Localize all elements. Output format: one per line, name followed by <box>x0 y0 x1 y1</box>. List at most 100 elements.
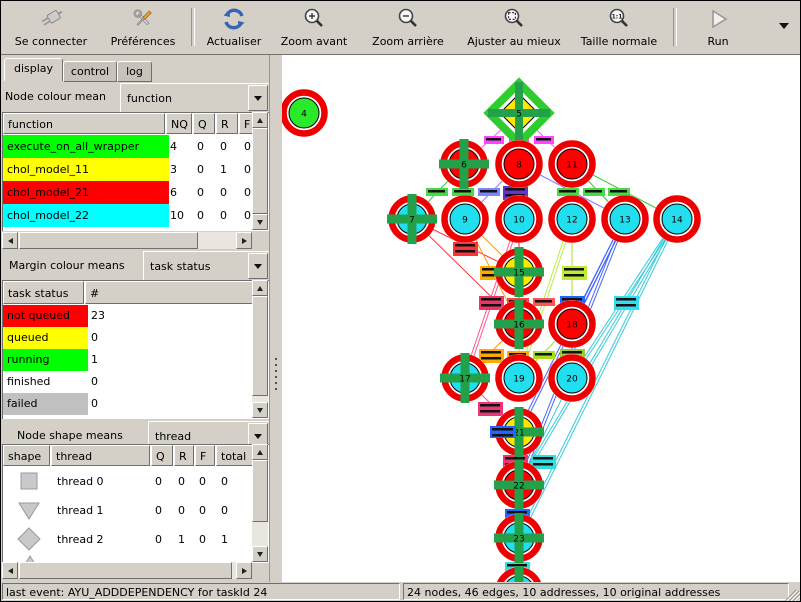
column-header[interactable]: function <box>3 113 165 134</box>
edge-address-label <box>453 242 478 256</box>
table-row[interactable]: thread 00000 <box>3 467 269 496</box>
statusbar: last event: AYU_ADDDEPENDENCY for taskId… <box>1 582 800 602</box>
preferences-button[interactable]: Préférences <box>99 4 187 52</box>
triangle-down-icon <box>17 498 41 522</box>
graph-node-23[interactable]: 23 <box>494 513 544 563</box>
node-id-label: 5 <box>516 110 522 120</box>
column-header[interactable]: R <box>216 113 238 134</box>
graph-node-14[interactable]: 14 <box>653 195 701 243</box>
node-colour-combobox-value: function <box>127 84 172 112</box>
value-cell: 0 <box>197 158 219 181</box>
column-header[interactable]: Q <box>193 113 215 134</box>
node-id-label: 13 <box>619 216 630 226</box>
table-row[interactable]: running1 <box>3 349 269 371</box>
graph-node-9[interactable]: 9 <box>441 195 489 243</box>
column-header[interactable]: # <box>85 281 253 304</box>
value-cell: 0 <box>197 135 219 158</box>
preferences-label: Préférences <box>99 34 187 49</box>
node-id-label: 10 <box>513 216 525 226</box>
graph-node-24[interactable]: 24 <box>494 566 544 582</box>
column-header[interactable]: F <box>195 445 215 466</box>
column-header[interactable]: thread <box>51 445 150 466</box>
function-table-vscrollbar[interactable] <box>252 112 268 230</box>
run-icon <box>691 4 745 34</box>
task-graph[interactable]: 456811791012131415161817192021222324 <box>282 55 801 582</box>
thread-shape-table-vscrollbar[interactable] <box>252 444 268 562</box>
table-row[interactable]: chol_model_2210000 <box>3 204 269 227</box>
edge-address-label <box>478 188 500 196</box>
tab-control[interactable]: control <box>63 61 117 82</box>
tab-display[interactable]: display <box>4 58 63 81</box>
table-row[interactable]: thread 20101 <box>3 525 269 554</box>
value-cell: 0 <box>91 327 151 349</box>
table-row[interactable]: chol_model_216000 <box>3 181 269 204</box>
graph-node-12[interactable]: 12 <box>548 195 596 243</box>
refresh-button[interactable]: Actualiser <box>199 4 269 52</box>
refresh-icon <box>199 4 269 34</box>
column-header[interactable]: NQ <box>166 113 192 134</box>
tab-log-label: log <box>126 65 143 78</box>
column-header[interactable]: shape <box>3 445 50 466</box>
table-row[interactable]: not queued23 <box>3 305 269 327</box>
statusbar-graph-stats: 24 nodes, 46 edges, 10 addresses, 10 ori… <box>403 583 789 600</box>
edge-address-label <box>562 266 587 280</box>
tab-log[interactable]: log <box>117 61 152 82</box>
graph-node-20[interactable]: 20 <box>548 354 596 402</box>
connect-icon <box>5 4 97 34</box>
column-header[interactable]: task status <box>3 281 84 304</box>
value-cell: 6 <box>170 181 192 204</box>
tab-display-label: display <box>14 62 53 75</box>
task-status-table-vscrollbar[interactable] <box>252 280 268 418</box>
column-header[interactable]: R <box>174 445 194 466</box>
value-cell: 1 <box>221 525 247 554</box>
toolbar-overflow-button[interactable] <box>779 23 789 29</box>
zoom-out-button[interactable]: Zoom arrière <box>359 4 457 52</box>
zoom-in-icon <box>273 4 355 34</box>
graph-node-4[interactable]: 4 <box>282 89 328 137</box>
value-cell: 1 <box>91 349 151 371</box>
table-row[interactable]: chol_model_113010 <box>3 158 269 181</box>
graph-node-19[interactable]: 19 <box>495 354 543 402</box>
function-table-hscrollbar[interactable] <box>2 232 252 249</box>
zoom-normal-button[interactable]: 1:1 Taille normale <box>571 4 667 52</box>
table-row[interactable]: failed0 <box>3 393 269 415</box>
connect-label: Se connecter <box>5 34 97 49</box>
graph-node-8[interactable]: 8 <box>495 140 543 188</box>
zoom-fit-button[interactable]: Ajuster au mieux <box>461 4 567 52</box>
caret-down-icon <box>254 264 262 269</box>
zoom-in-button[interactable]: Zoom avant <box>273 4 355 52</box>
node-id-label: 17 <box>459 375 470 385</box>
column-header[interactable]: total <box>216 445 254 466</box>
edge-address-label <box>608 188 630 196</box>
graph-node-10[interactable]: 10 <box>495 195 543 243</box>
graph-node-11[interactable]: 11 <box>548 140 596 188</box>
edge-address-label <box>426 188 448 196</box>
value-cell: 0 <box>197 204 219 227</box>
edge-address-label <box>484 136 504 144</box>
thread-shape-table-hscrollbar[interactable] <box>2 562 252 579</box>
status-name-cell: running <box>3 349 88 371</box>
table-row[interactable]: thread 10000 <box>3 496 269 525</box>
toolbar-separator <box>673 8 677 46</box>
resize-grip[interactable] <box>787 585 799 599</box>
run-button[interactable]: Run <box>691 4 745 52</box>
margin-colour-combobox-arrow[interactable] <box>248 253 268 279</box>
column-header[interactable]: Q <box>151 445 173 466</box>
connect-button[interactable]: Se connecter <box>5 4 97 52</box>
margin-colour-combobox[interactable]: task status <box>143 251 270 281</box>
function-name-cell: chol_model_11 <box>3 158 169 181</box>
table-row[interactable]: finished0 <box>3 371 269 393</box>
table-row[interactable]: queued0 <box>3 327 269 349</box>
edge-address-label <box>533 298 555 306</box>
edge-address-label <box>614 296 639 310</box>
graph-node-6[interactable]: 6 <box>439 139 489 189</box>
graph-node-18[interactable]: 18 <box>548 300 596 348</box>
refresh-label: Actualiser <box>199 34 269 49</box>
edge-address-label <box>534 136 554 144</box>
table-row[interactable]: execute_on_all_wrapper4000 <box>3 135 269 158</box>
node-colour-combobox[interactable]: function <box>120 83 270 113</box>
value-cell: 3 <box>170 158 192 181</box>
graph-node-13[interactable]: 13 <box>601 195 649 243</box>
node-colour-combobox-arrow[interactable] <box>248 85 268 111</box>
graph-canvas[interactable]: 456811791012131415161817192021222324 <box>282 55 801 582</box>
